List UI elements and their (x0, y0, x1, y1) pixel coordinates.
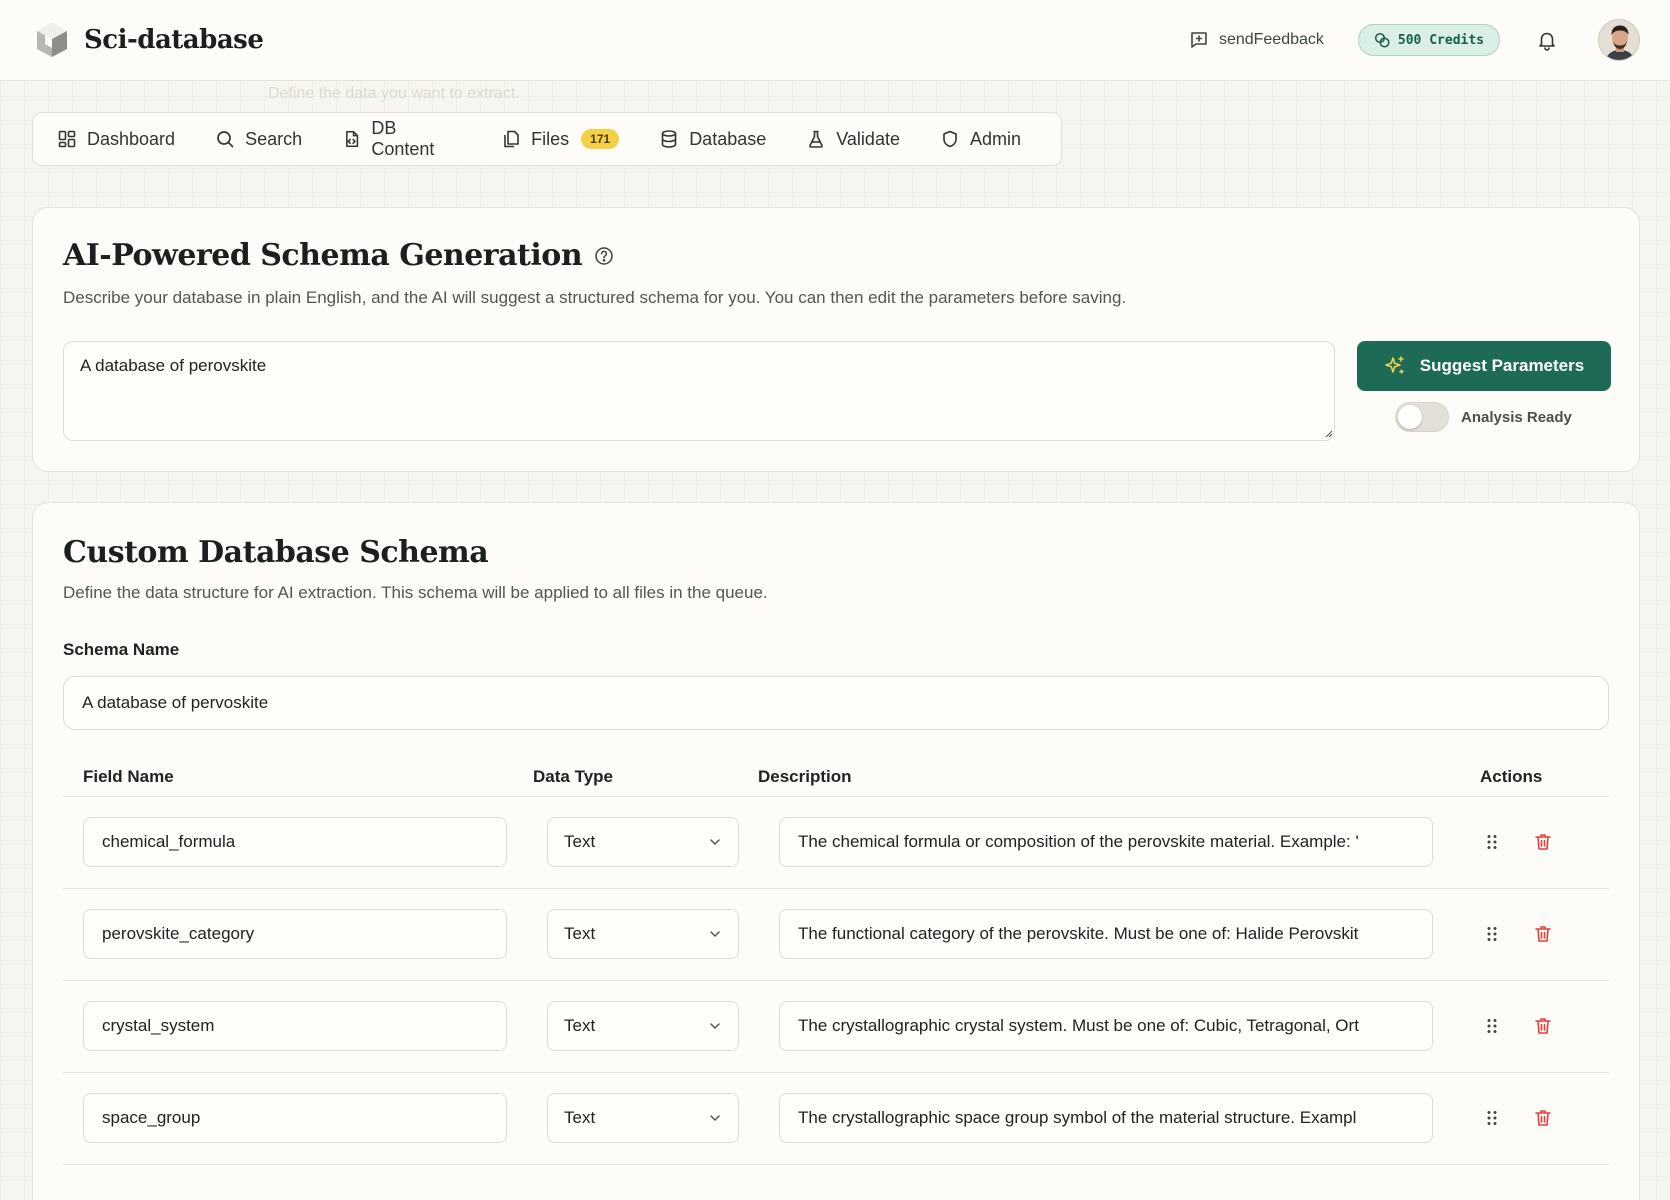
database-icon (661, 130, 677, 148)
flask-icon (809, 130, 824, 148)
chevron-down-icon (710, 1023, 720, 1030)
cube-logo-icon (37, 23, 67, 57)
table-row: Text (63, 981, 1609, 1072)
top-header: Sci-database sendFeedback 500 Credits (0, 0, 1670, 81)
custom-schema-card: Custom Database Schema Define the data s… (32, 502, 1640, 1200)
column-header-description: Description (758, 767, 852, 786)
table-row: Text (63, 1073, 1609, 1164)
field-name-input[interactable] (83, 909, 507, 959)
grid-icon (58, 130, 76, 148)
suggest-parameters-label: Suggest Parameters (1419, 356, 1585, 375)
tab-label: Files (531, 128, 570, 149)
analysis-ready-row: Analysis Ready (1395, 402, 1572, 432)
description-input[interactable] (779, 909, 1433, 959)
files-icon (504, 130, 519, 148)
trash-icon[interactable] (1533, 924, 1553, 944)
tab-label: DB Content (371, 118, 435, 159)
column-header-actions: Actions (1480, 767, 1543, 786)
trash-icon[interactable] (1533, 832, 1553, 852)
tab-search[interactable]: Search (215, 129, 302, 150)
help-circle-icon[interactable] (594, 246, 614, 266)
description-input[interactable] (779, 817, 1433, 867)
field-name-input[interactable] (83, 1001, 507, 1051)
chevron-down-icon (710, 1115, 720, 1122)
ai-schema-description: Describe your database in plain English,… (63, 288, 1127, 307)
description-input[interactable] (779, 1093, 1433, 1143)
tab-label: Search (245, 128, 303, 149)
logo[interactable]: Sci-database (32, 20, 264, 60)
files-count-badge: 171 (581, 129, 620, 149)
header-actions: sendFeedback 500 Credits (1189, 19, 1640, 61)
chevron-down-icon (710, 931, 720, 938)
data-type-select[interactable]: Text (547, 909, 739, 959)
shield-icon (943, 130, 957, 148)
data-type-select[interactable]: Text (547, 1001, 739, 1051)
analysis-ready-label: Analysis Ready (1461, 408, 1572, 426)
ghost-placeholder-text: Define the data you want to extract. (268, 85, 520, 102)
user-avatar-icon (1599, 20, 1639, 60)
table-row: Text (63, 797, 1609, 888)
schema-name-label: Schema Name (63, 640, 180, 659)
tab-database[interactable]: Database (659, 129, 766, 150)
search-icon (217, 131, 234, 148)
trash-icon[interactable] (1533, 1108, 1553, 1128)
tab-validate[interactable]: Validate (806, 129, 900, 150)
avatar[interactable] (1598, 19, 1640, 61)
feedback-button[interactable]: sendFeedback (1189, 30, 1324, 50)
resize-grip-icon[interactable] (1325, 430, 1333, 438)
trash-icon[interactable] (1533, 1016, 1553, 1036)
tab-dashboard[interactable]: Dashboard (57, 129, 175, 150)
suggest-parameters-button[interactable]: Suggest Parameters (1357, 341, 1611, 391)
tab-label: Dashboard (87, 128, 176, 149)
drag-handle-icon[interactable] (1483, 833, 1501, 851)
sparkles-icon (1384, 356, 1404, 374)
tab-label: Validate (836, 128, 900, 149)
coins-icon (1374, 32, 1390, 48)
drag-handle-icon[interactable] (1483, 1109, 1501, 1127)
column-header-field-name: Field Name (83, 767, 174, 786)
app-name: Sci-database (84, 25, 264, 55)
data-type-select[interactable]: Text (547, 1093, 739, 1143)
data-type-value: Text (564, 832, 596, 851)
tab-db-content[interactable]: DB Content (342, 118, 461, 160)
file-code-icon (346, 130, 359, 148)
table-row: Text (63, 889, 1609, 980)
schema-prompt-textarea[interactable]: A database of perovskite (63, 341, 1335, 441)
data-type-select[interactable]: Text (547, 817, 739, 867)
column-header-data-type: Data Type (533, 767, 613, 786)
custom-schema-title: Custom Database Schema (63, 535, 489, 570)
main-nav: Dashboard Search DB Content Files 171 Da… (32, 112, 1062, 166)
toggle-knob (1398, 405, 1422, 429)
tab-label: Admin (969, 128, 1021, 149)
message-plus-icon (1191, 32, 1207, 48)
field-name-input[interactable] (83, 817, 507, 867)
description-input[interactable] (779, 1001, 1433, 1051)
tab-files[interactable]: Files 171 (501, 128, 620, 150)
feedback-label: sendFeedback (1218, 31, 1324, 48)
ai-schema-title: AI-Powered Schema Generation (63, 238, 614, 273)
chevron-down-icon (710, 839, 720, 846)
data-type-value: Text (564, 1016, 596, 1035)
tab-label: Database (689, 128, 767, 149)
bell-icon[interactable] (1536, 29, 1558, 51)
field-name-input[interactable] (83, 1093, 507, 1143)
data-type-value: Text (564, 1108, 596, 1127)
tab-admin[interactable]: Admin (940, 129, 1021, 150)
schema-name-input[interactable] (63, 676, 1609, 730)
custom-schema-description: Define the data structure for AI extract… (63, 583, 768, 602)
drag-handle-icon[interactable] (1483, 925, 1501, 943)
analysis-ready-toggle[interactable] (1395, 402, 1449, 432)
table-divider (63, 1164, 1609, 1165)
data-type-value: Text (564, 924, 596, 943)
drag-handle-icon[interactable] (1483, 1017, 1501, 1035)
ai-schema-title-text: AI-Powered Schema Generation (63, 238, 583, 273)
ai-schema-card: AI-Powered Schema Generation Describe yo… (32, 207, 1640, 472)
credits-badge[interactable]: 500 Credits (1357, 24, 1500, 56)
credits-label: 500 Credits (1397, 32, 1484, 48)
